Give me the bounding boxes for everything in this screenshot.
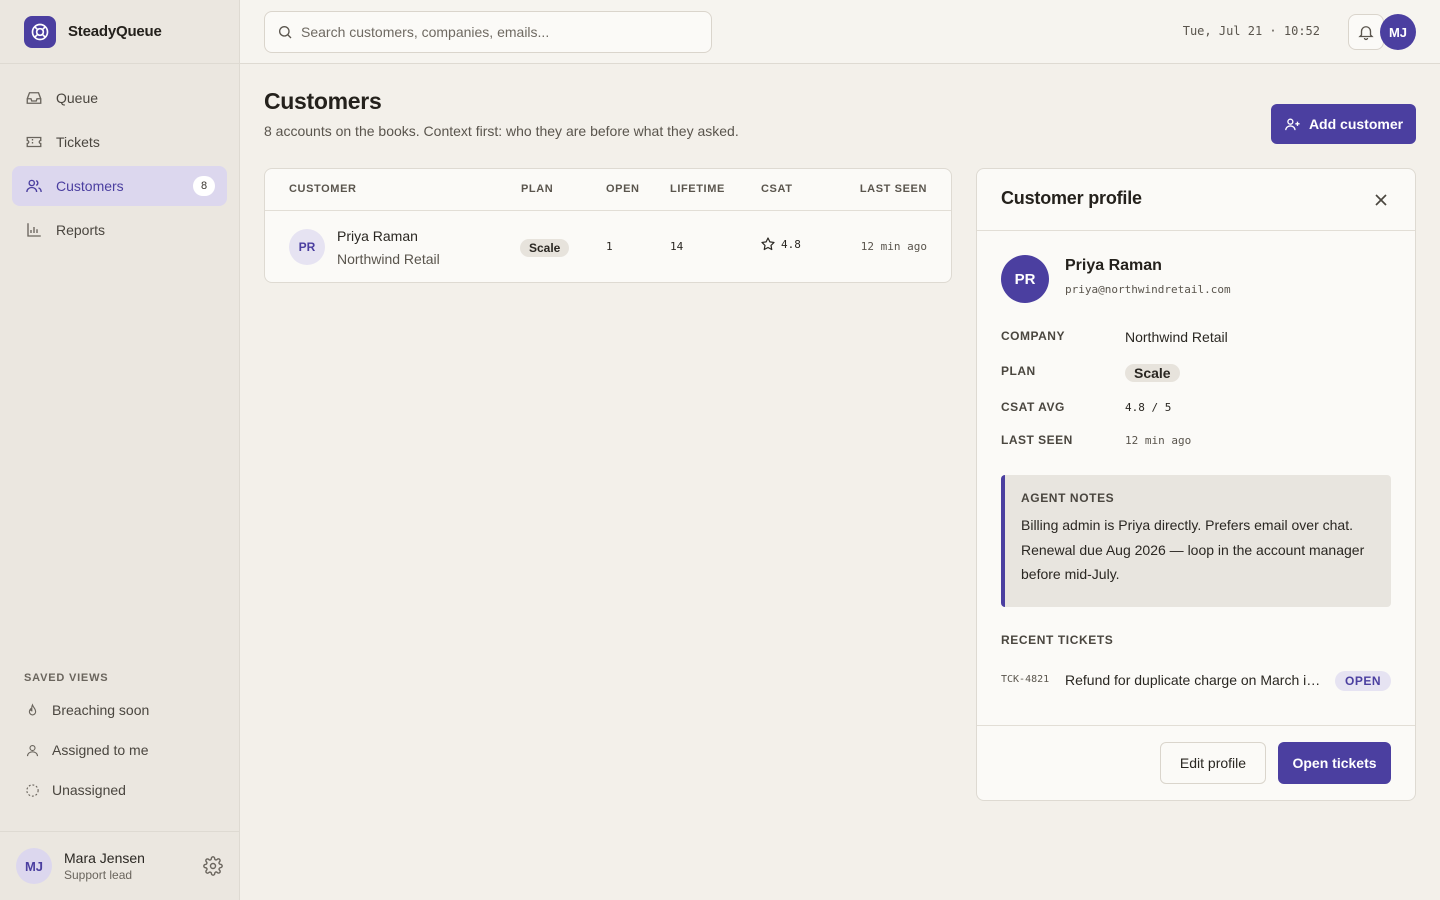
- agent-notes-body: Billing admin is Priya directly. Prefers…: [1021, 517, 1365, 582]
- user-name: Mara Jensen: [64, 850, 145, 866]
- last-seen: 12 min ago: [860, 240, 927, 253]
- avatar: PR: [1001, 255, 1049, 303]
- add-customer-label: Add customer: [1308, 116, 1404, 132]
- nav-item-queue[interactable]: Queue: [12, 78, 227, 118]
- customer-profile-panel: Customer profile PR Priya Raman priya@no…: [976, 168, 1416, 801]
- avatar[interactable]: MJ: [16, 848, 52, 884]
- nav-label: Customers: [56, 178, 124, 194]
- search-box[interactable]: [264, 11, 712, 53]
- star-icon: [760, 236, 776, 252]
- ticket-icon: [24, 132, 44, 152]
- sidebar: SteadyQueue Queue Tickets Customers 8 Re…: [0, 0, 240, 900]
- column-header-open[interactable]: OPEN: [606, 183, 640, 195]
- topbar: Tue, Jul 21 · 10:52 MJ: [240, 0, 1440, 64]
- ticket-subject: Refund for duplicate charge on March inv…: [1065, 672, 1327, 688]
- column-header-last-seen[interactable]: LAST SEEN: [860, 183, 927, 195]
- open-count: 1: [606, 240, 613, 253]
- field-value-csat: 4.8 / 5: [1125, 401, 1172, 414]
- user-plus-icon: [1284, 116, 1301, 133]
- column-header-customer[interactable]: CUSTOMER: [289, 183, 357, 195]
- app-name: SteadyQueue: [68, 23, 162, 40]
- recent-tickets-title: RECENT TICKETS: [1001, 633, 1114, 647]
- field-label-plan: PLAN: [1001, 364, 1036, 378]
- lifebuoy-logo-icon: [24, 15, 56, 48]
- table-row[interactable]: PR Priya Raman Northwind Retail Scale 1 …: [265, 211, 951, 283]
- open-tickets-button[interactable]: Open tickets: [1278, 742, 1391, 784]
- search-input[interactable]: [301, 24, 701, 40]
- panel-title: Customer profile: [1001, 188, 1142, 208]
- page-title: Customers: [264, 88, 382, 114]
- nav-label: Queue: [56, 90, 99, 106]
- bell-icon: [1357, 23, 1375, 41]
- page-subtitle: 8 accounts on the books. Context first: …: [264, 123, 739, 139]
- agent-notes-title: AGENT NOTES: [1021, 491, 1115, 505]
- customers-table: CUSTOMER PLAN OPEN LIFETIME CSAT LAST SE…: [264, 168, 952, 283]
- column-header-lifetime[interactable]: LIFETIME: [670, 183, 725, 195]
- search-icon: [277, 24, 293, 40]
- inbox-icon: [24, 88, 44, 108]
- user-icon: [24, 742, 40, 758]
- nav-label: Reports: [56, 222, 106, 238]
- saved-view-label: Breaching soon: [52, 702, 150, 718]
- recent-ticket-row[interactable]: TCK-4821 Refund for duplicate charge on …: [1001, 669, 1391, 693]
- profile-name: Priya Raman: [1065, 257, 1162, 274]
- plan-badge: Scale: [520, 239, 570, 257]
- flame-icon: [24, 702, 40, 718]
- status-badge: OPEN: [1334, 671, 1391, 691]
- current-user: MJ Mara Jensen Support lead: [0, 831, 239, 900]
- panel-footer: Edit profile Open tickets: [977, 725, 1415, 801]
- current-datetime: Tue, Jul 21 · 10:52: [1182, 24, 1320, 38]
- column-header-csat[interactable]: CSAT: [761, 183, 793, 195]
- saved-views: SAVED VIEWS Breaching soon Assigned to m…: [0, 672, 239, 810]
- csat-value: 4.8: [781, 237, 801, 251]
- ticket-id: TCK-4821: [1001, 674, 1050, 685]
- field-value-last-seen: 12 min ago: [1125, 434, 1192, 447]
- user-info: Mara Jensen Support lead: [64, 850, 145, 882]
- saved-view-label: Assigned to me: [52, 742, 149, 758]
- lifetime-count: 14: [670, 240, 684, 253]
- saved-view-unassigned[interactable]: Unassigned: [12, 770, 227, 810]
- avatar: PR: [289, 229, 325, 265]
- users-icon: [24, 176, 44, 196]
- close-icon[interactable]: [1371, 190, 1391, 210]
- field-label-company: COMPANY: [1001, 329, 1065, 343]
- field-label-last-seen: LAST SEEN: [1001, 433, 1073, 447]
- field-label-csat: CSAT AVG: [1001, 400, 1065, 414]
- notifications-button[interactable]: [1348, 14, 1384, 50]
- add-customer-button[interactable]: Add customer: [1271, 104, 1416, 144]
- main-nav: Queue Tickets Customers 8 Reports: [0, 64, 239, 250]
- edit-profile-button[interactable]: Edit profile: [1160, 742, 1266, 784]
- avatar[interactable]: MJ: [1380, 14, 1416, 50]
- column-header-plan[interactable]: PLAN: [521, 183, 553, 195]
- profile-email[interactable]: priya@northwindretail.com: [1065, 283, 1231, 296]
- plan-badge: Scale: [1125, 364, 1180, 382]
- nav-item-reports[interactable]: Reports: [12, 210, 227, 250]
- agent-notes: AGENT NOTES Billing admin is Priya direc…: [1001, 475, 1391, 607]
- csat-score: 4.8: [760, 236, 801, 252]
- nav-item-tickets[interactable]: Tickets: [12, 122, 227, 162]
- dashed-circle-icon: [24, 782, 40, 798]
- table-header: CUSTOMER PLAN OPEN LIFETIME CSAT LAST SE…: [265, 169, 951, 211]
- saved-views-title: SAVED VIEWS: [24, 672, 109, 684]
- saved-view-breaching-soon[interactable]: Breaching soon: [12, 690, 227, 730]
- field-value-company: Northwind Retail: [1125, 329, 1228, 345]
- nav-item-customers[interactable]: Customers 8: [12, 166, 227, 206]
- saved-view-label: Unassigned: [52, 782, 126, 798]
- bar-chart-icon: [24, 220, 44, 240]
- user-role: Support lead: [64, 868, 133, 882]
- gear-icon[interactable]: [203, 856, 223, 876]
- saved-view-assigned-to-me[interactable]: Assigned to me: [12, 730, 227, 770]
- brand[interactable]: SteadyQueue: [0, 0, 239, 64]
- nav-label: Tickets: [56, 134, 100, 150]
- count-badge: 8: [193, 176, 215, 196]
- customer-name: Priya Raman: [337, 228, 418, 244]
- customer-company: Northwind Retail: [337, 251, 440, 267]
- panel-header: Customer profile: [977, 169, 1415, 231]
